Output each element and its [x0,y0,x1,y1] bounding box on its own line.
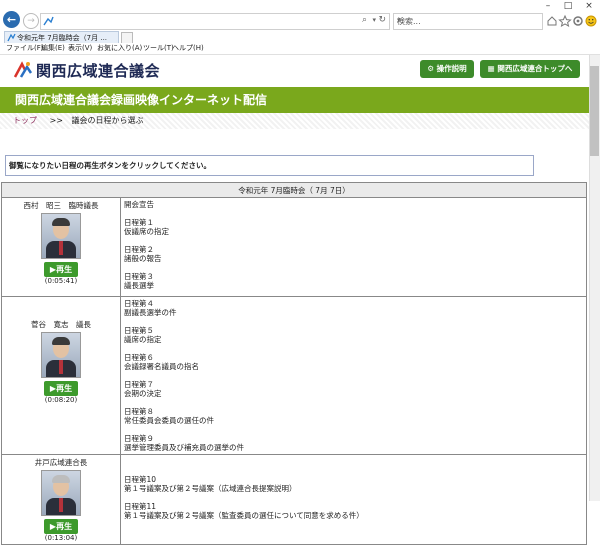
agenda-item: 議席の指定 [124,335,162,344]
agenda-item: 第１号議案及び第２号議案（監査委員の選任について同意を求める件） [124,511,364,520]
agenda-spacer [124,236,583,245]
breadcrumb-current: 議会の日程から選ぶ [71,116,144,125]
scrollbar-thumb[interactable] [590,66,599,156]
agenda-spacer [124,317,583,326]
speaker-name: 菅谷 寛志 議長 [31,320,91,329]
guide-button[interactable]: ⚙ 操作説明 [420,60,474,78]
agenda-item: 会期の決定 [124,389,162,398]
agenda-item: 日程第３ [124,272,154,281]
breadcrumb-separator: >> [49,116,63,125]
gear-icon: ⚙ [427,64,435,73]
smiley-feedback-icon[interactable] [585,15,597,27]
union-top-button-label: 関西広域連合トップへ [497,64,573,73]
agenda-spacer [124,263,583,272]
agenda-spacer [124,398,583,407]
tab-active[interactable]: 令和元年 7月臨時会（7月 ... [4,31,119,43]
menu-favorites[interactable]: お気に入り(A) [97,44,142,53]
banner-title: 関西広域連合議会録画映像インターネット配信 [15,93,268,107]
site-favicon-icon [43,16,54,26]
agenda-item: 会議録署名議員の指名 [124,362,199,371]
agenda-item: 日程第９ [124,434,154,443]
agenda-item: 諸般の報告 [124,254,162,263]
browser-toolbar-icons [547,14,597,27]
agenda-item: 日程第４ [124,299,154,308]
menu-edit[interactable]: 編集(E) [41,44,65,53]
table-row: 西村 昭三 臨時議長 ▶再生 (0:05:41) 開会宣告日程第１ 仮議席の指定日… [1,197,587,297]
agenda-cell: 日程第４ 副議長選挙の件 日程第５ 議席の指定日程第６ 会議録署名議員の指名 日程第７ 会期… [120,296,587,455]
agenda-item: 日程第10 [124,475,157,484]
menu-view[interactable]: 表示(V) [68,44,92,53]
speaker-photo [41,213,81,259]
home-icon[interactable] [547,16,557,26]
agenda-spacer [124,371,583,380]
table-row: 井戸広域連合長 ▶再生 (0:13:04) 日程第10 第１号議案及び第２号議案（… [1,454,587,545]
forward-button[interactable]: → [23,13,39,29]
agenda-spacer [124,425,583,434]
agenda-cell: 開会宣告日程第１ 仮議席の指定 日程第２ 諸般の報告日程第３ 議長選挙 [120,197,587,297]
agenda-item: 日程第８ [124,407,154,416]
speaker-cell: 菅谷 寛志 議長 ▶再生 (0:08:20) [1,296,121,455]
agenda-spacer [124,209,583,218]
menu-tools[interactable]: ツール(T) [143,44,174,53]
site-logo-text[interactable]: 関西広域連合議会 [36,61,160,81]
arrow-left-icon: ← [6,13,17,26]
breadcrumb: トップ >> 議会の日程から選ぶ [0,113,589,129]
speaker-name: 井戸広域連合長 [34,458,88,467]
agenda-cell: 日程第10 第１号議案及び第２号議案（広域連合長提案説明） 日程第11 第１号議案及び… [120,454,587,545]
instruction-box: 御覧になりたい日程の再生ボタンをクリックしてください。 [5,155,534,176]
instruction-text: 御覧になりたい日程の再生ボタンをクリックしてください。 [9,161,212,170]
agenda-item: 日程第６ [124,353,154,362]
agenda-item: 日程第２ [124,245,154,254]
play-button[interactable]: ▶再生 [44,262,78,277]
arrow-right-icon: → [27,16,35,26]
kansai-logo-icon [13,61,33,78]
speaker-cell: 井戸広域連合長 ▶再生 (0:13:04) [1,454,121,545]
back-button[interactable]: ← [3,11,20,28]
dropdown-icon[interactable]: ▾ [372,16,376,24]
agenda-item: 副議長選挙の件 [124,308,177,317]
agenda-item: 日程第１ [124,218,154,227]
speaker-cell: 西村 昭三 臨時議長 ▶再生 (0:05:41) [1,197,121,297]
schedule-table: 令和元年 7月臨時会（ 7月 7日） 西村 昭三 臨時議長 ▶再生 (0:05:… [1,182,587,545]
speaker-name: 西村 昭三 臨時議長 [23,201,99,210]
menu-file[interactable]: ファイル(F) [6,44,44,53]
agenda-spacer [124,466,583,475]
agenda-item: 日程第５ [124,326,154,335]
timestamp: (0:08:20) [44,396,78,404]
tab-title: 令和元年 7月臨時会（7月 ... [17,34,108,42]
building-icon: ▦ [487,64,495,73]
agenda-spacer [124,344,583,353]
agenda-item: 常任委員会委員の選任の件 [124,416,214,425]
agenda-item: 日程第７ [124,380,154,389]
agenda-item: 日程第11 [124,502,157,511]
dropdown-icon[interactable]: ▾ [397,16,540,24]
address-bar[interactable]: ⌕ ▾ ↻ [40,13,390,30]
breadcrumb-home-link[interactable]: トップ [13,116,37,125]
speaker-photo [41,332,81,378]
timestamp: (0:05:41) [44,277,78,285]
site-favicon-icon [7,33,16,42]
page-banner: 関西広域連合議会録画映像インターネット配信 [0,87,589,113]
timestamp: (0:13:04) [44,534,78,542]
agenda-item: 仮議席の指定 [124,227,169,236]
settings-gear-icon[interactable] [573,16,583,26]
play-button[interactable]: ▶再生 [44,381,78,396]
menu-help[interactable]: ヘルプ(H) [172,44,204,53]
session-title: 令和元年 7月臨時会（ 7月 7日） [1,182,587,198]
favorites-star-icon[interactable] [558,14,572,27]
agenda-item: 議長選挙 [124,281,154,290]
union-top-button[interactable]: ▦ 関西広域連合トップへ [480,60,580,78]
agenda-item: 第１号議案及び第２号議案（広域連合長提案説明） [124,484,297,493]
play-button[interactable]: ▶再生 [44,519,78,534]
agenda-item: 開会宣告 [124,200,154,209]
agenda-item: 選挙管理委員及び補充員の選挙の件 [124,443,244,452]
search-icon[interactable]: ⌕ [362,15,367,25]
table-row: 菅谷 寛志 議長 ▶再生 (0:08:20) 日程第４ 副議長選挙の件 日程第５ 議席… [1,296,587,455]
guide-button-label: 操作説明 [436,64,467,73]
refresh-icon[interactable]: ↻ [378,15,386,25]
speaker-photo [41,470,81,516]
browser-search-field[interactable]: 検索... ⌕ ▾ [393,13,543,30]
agenda-spacer [124,457,583,466]
